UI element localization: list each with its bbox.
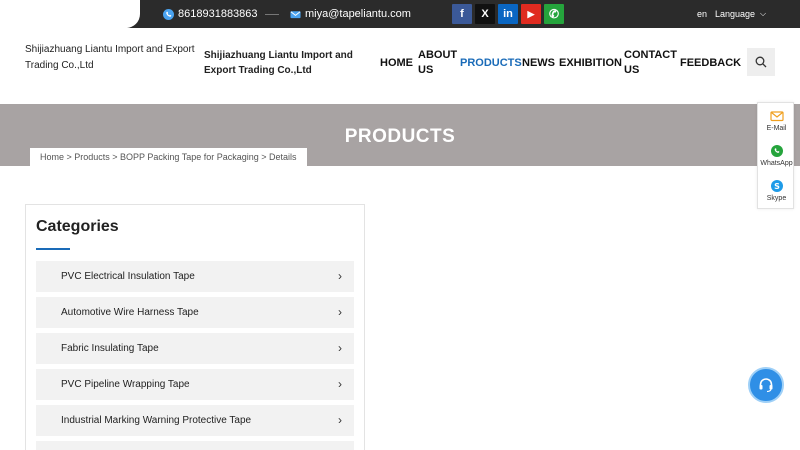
topbar-logo-notch xyxy=(0,0,140,28)
float-email[interactable]: E-Mail xyxy=(758,109,795,132)
phone-contact[interactable]: 8618931883863 xyxy=(163,0,258,28)
logo-company-name[interactable]: Shijiazhuang Liantu Import and Export Tr… xyxy=(25,42,200,74)
contact-separator xyxy=(265,14,279,15)
whatsapp-icon[interactable]: ✆ xyxy=(544,4,564,24)
nav-products[interactable]: PRODUCTS xyxy=(460,56,522,71)
envelope-icon xyxy=(769,111,784,122)
chevron-right-icon: › xyxy=(338,341,342,355)
category-label: PVC Electrical Insulation Tape xyxy=(61,271,195,282)
categories-underline xyxy=(36,248,70,250)
nav-news[interactable]: NEWS xyxy=(522,56,555,71)
search-button[interactable] xyxy=(747,48,775,76)
category-item[interactable]: PVC Pipeline Wrapping Tape › xyxy=(36,369,354,400)
category-item[interactable]: Industrial Marking Warning Protective Ta… xyxy=(36,405,354,436)
nav-about-us[interactable]: ABOUT US xyxy=(418,48,457,78)
nav-exhibition[interactable]: EXHIBITION xyxy=(559,56,622,71)
skype-icon: S xyxy=(770,180,783,192)
youtube-icon[interactable]: ▶ xyxy=(521,4,541,24)
page-title: PRODUCTS xyxy=(344,126,456,147)
social-links: f X in ▶ ✆ xyxy=(452,4,564,24)
phone-icon xyxy=(163,8,174,20)
chevron-down-icon: ⌵ xyxy=(760,9,767,18)
float-whatsapp[interactable]: WhatsApp xyxy=(758,144,795,167)
nav-contact-line1: CONTACT xyxy=(624,49,677,61)
chevron-right-icon: › xyxy=(338,305,342,319)
chevron-right-icon: › xyxy=(338,269,342,283)
x-icon[interactable]: X xyxy=(475,4,495,24)
nav-about-line2: US xyxy=(418,64,434,76)
envelope-icon xyxy=(290,10,301,18)
category-label: PVC Pipeline Wrapping Tape xyxy=(61,379,190,390)
chevron-right-icon: › xyxy=(338,377,342,391)
float-skype-label: Skype xyxy=(766,195,787,202)
float-email-label: E-Mail xyxy=(766,125,787,132)
nav-home[interactable]: HOME xyxy=(380,56,413,71)
email-contact[interactable]: miya@tapeliantu.com xyxy=(290,0,411,28)
brand-company-name: Shijiazhuang Liantu Import and Export Tr… xyxy=(204,50,353,76)
language-code[interactable]: en xyxy=(697,0,707,28)
site-header: Shijiazhuang Liantu Import and Export Tr… xyxy=(0,28,800,104)
whatsapp-icon xyxy=(770,145,783,157)
categories-panel: Categories PVC Electrical Insulation Tap… xyxy=(25,204,365,450)
language-selector[interactable]: Language ⌵ xyxy=(715,0,766,28)
page: 8618931883863 miya@tapeliantu.com f X in… xyxy=(0,0,800,450)
svg-text:S: S xyxy=(774,182,780,191)
category-item[interactable]: Fabric Insulating Tape › xyxy=(36,333,354,364)
nav-feedback[interactable]: FEEDBACK xyxy=(680,56,741,71)
category-label: Automotive Wire Harness Tape xyxy=(61,307,199,318)
categories-title: Categories xyxy=(36,218,119,235)
headset-icon xyxy=(759,378,773,393)
float-whatsapp-label: WhatsApp xyxy=(760,160,793,167)
nav-about-line1: ABOUT xyxy=(418,49,458,61)
category-item[interactable]: Automotive Wire Harness Tape › xyxy=(36,297,354,328)
nav-contact-line2: US xyxy=(624,64,640,76)
facebook-icon[interactable]: f xyxy=(452,4,472,24)
search-icon xyxy=(755,56,767,68)
live-chat-button[interactable] xyxy=(748,367,784,403)
float-skype[interactable]: S Skype xyxy=(758,179,795,202)
email-address: miya@tapeliantu.com xyxy=(305,8,411,20)
breadcrumb[interactable]: Home > Products > BOPP Packing Tape for … xyxy=(30,148,307,166)
chevron-right-icon: › xyxy=(338,413,342,427)
floating-contact-panel: E-Mail WhatsApp S Skype xyxy=(757,102,794,209)
category-item[interactable]: PVC Electrical Insulation Tape › xyxy=(36,261,354,292)
language-label: Language xyxy=(715,9,756,19)
nav-contact-us[interactable]: CONTACT US xyxy=(624,48,677,78)
category-label: Industrial Marking Warning Protective Ta… xyxy=(61,415,252,426)
phone-number: 8618931883863 xyxy=(178,8,258,20)
topbar: 8618931883863 miya@tapeliantu.com f X in… xyxy=(0,0,800,28)
linkedin-icon[interactable]: in xyxy=(498,4,518,24)
category-label: Fabric Insulating Tape xyxy=(61,343,159,354)
category-item-partial[interactable] xyxy=(36,441,354,450)
